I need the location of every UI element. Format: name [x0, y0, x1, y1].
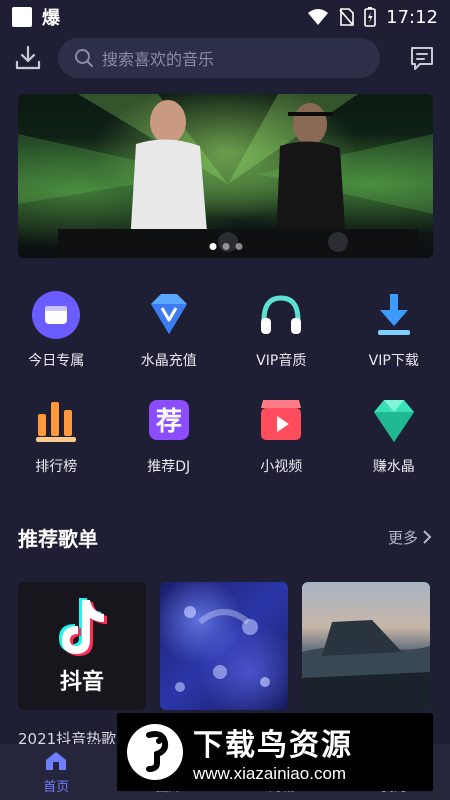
- section-title: 推荐歌单: [18, 526, 98, 551]
- more-label: 更多: [387, 528, 418, 547]
- chart-bars-icon: [36, 402, 77, 442]
- search-icon: [75, 49, 93, 67]
- feature-grid: 今日专属 水晶充值 VIP音质 VIP下载 排行榜 荐 推荐DJ 小视频 赚水晶: [0, 290, 450, 476]
- grid-item-today-special[interactable]: 今日专属: [0, 290, 113, 370]
- status-bar: 爆 17:12: [0, 0, 450, 34]
- playlist-section-header: 推荐歌单 更多: [18, 520, 432, 554]
- banner-image: [18, 94, 433, 258]
- grid-item-label: VIP音质: [256, 353, 307, 369]
- svg-text:荐: 荐: [155, 407, 182, 437]
- status-time: 17:12: [386, 6, 438, 28]
- today-special-icon: [32, 291, 81, 339]
- grid-item-short-video[interactable]: 小视频: [225, 396, 338, 476]
- playlist-card[interactable]: 抖音: [18, 582, 146, 710]
- grid-item-label: VIP下载: [368, 353, 419, 369]
- grid-item-charts[interactable]: 排行榜: [0, 396, 113, 476]
- watermark: 下载鸟资源 www.xiazainiao.com: [117, 713, 433, 791]
- grid-item-label: 今日专属: [28, 353, 85, 369]
- notification-icon: [12, 7, 32, 27]
- grid-item-vip-quality[interactable]: VIP音质: [225, 290, 338, 370]
- douyin-logo-icon: [59, 598, 107, 656]
- search-placeholder: 搜索喜欢的音乐: [102, 50, 215, 69]
- grid-item-label: 小视频: [260, 459, 303, 475]
- wifi-icon: [308, 9, 329, 25]
- douyin-logo-text: 抖音: [59, 670, 104, 695]
- grid-item-label: 赚水晶: [372, 459, 415, 475]
- grid-item-recommend-dj[interactable]: 荐 推荐DJ: [113, 396, 226, 476]
- grid-item-crystal-recharge[interactable]: 水晶充值: [113, 290, 226, 370]
- grid-item-earn-crystal[interactable]: 赚水晶: [338, 396, 450, 476]
- home-icon: [46, 751, 67, 770]
- headphones-icon: [261, 295, 302, 334]
- playlist-cover-image: [302, 620, 430, 710]
- playlist-card[interactable]: [160, 582, 288, 710]
- watermark-logo-icon: [127, 724, 183, 780]
- playlist-card[interactable]: [302, 582, 430, 710]
- grid-item-label: 排行榜: [35, 459, 78, 475]
- banner-pagination: [209, 243, 242, 250]
- diamond-icon: [373, 400, 414, 442]
- recommend-dj-icon: 荐: [148, 400, 189, 440]
- status-app-text: 爆: [42, 8, 60, 29]
- playlist-cards: 抖音: [18, 582, 432, 710]
- search-input[interactable]: 搜索喜欢的音乐: [58, 38, 380, 78]
- grid-item-vip-download[interactable]: VIP下载: [338, 290, 450, 370]
- chevron-right-icon: [423, 530, 432, 544]
- banner-dot[interactable]: [222, 243, 229, 250]
- crystal-recharge-icon: [150, 294, 187, 334]
- nav-item-home[interactable]: 首页: [0, 744, 113, 800]
- watermark-url: www.xiazainiao.com: [193, 764, 347, 783]
- more-link[interactable]: 更多: [388, 527, 432, 548]
- top-bar: 搜索喜欢的音乐: [0, 36, 450, 80]
- grid-item-label: 推荐DJ: [147, 459, 191, 475]
- battery-icon: [364, 7, 376, 27]
- download-manager-icon[interactable]: [14, 44, 42, 72]
- banner-dot[interactable]: [235, 243, 242, 250]
- banner-dot[interactable]: [209, 243, 216, 250]
- message-icon[interactable]: [408, 44, 436, 72]
- watermark-title: 下载鸟资源: [193, 728, 353, 763]
- video-icon: [261, 400, 302, 440]
- promo-banner[interactable]: [18, 94, 433, 258]
- playlist-cover-image: [175, 606, 270, 692]
- grid-item-label: 水晶充值: [140, 353, 197, 369]
- download-icon: [377, 294, 410, 335]
- nav-item-label: 首页: [43, 779, 70, 795]
- no-sim-icon: [339, 8, 354, 26]
